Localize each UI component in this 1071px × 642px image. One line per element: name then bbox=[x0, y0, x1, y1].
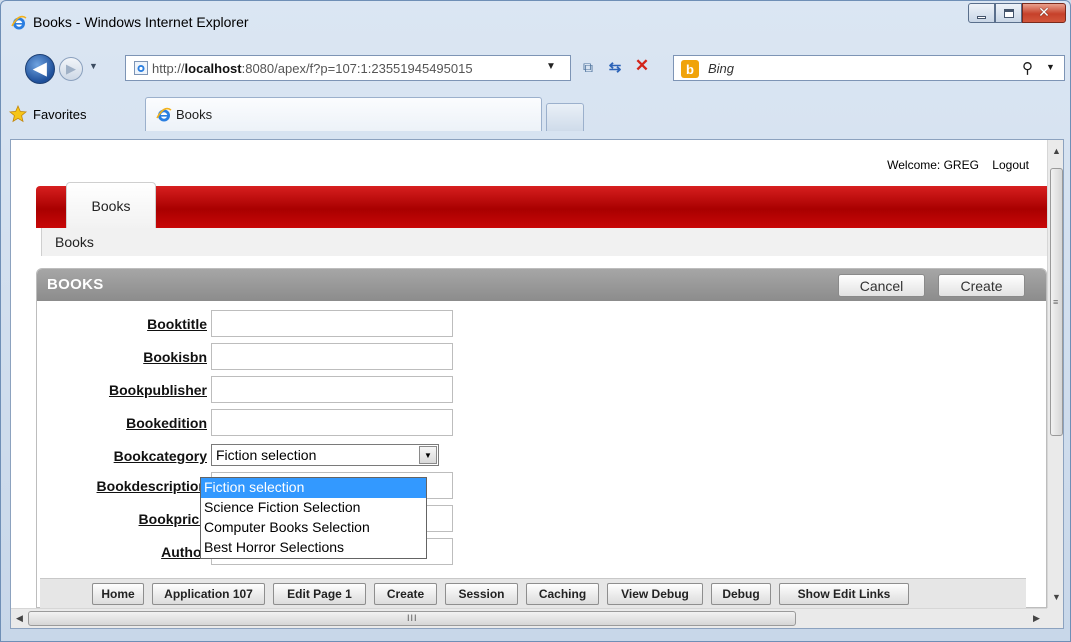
ie-logo-icon bbox=[156, 107, 172, 121]
bing-icon: b bbox=[681, 60, 699, 78]
url-prefix: http:// bbox=[152, 61, 185, 76]
bookprice-label[interactable]: Bookprice bbox=[139, 511, 207, 527]
create-button[interactable]: Create bbox=[938, 274, 1025, 297]
vertical-scrollbar[interactable]: ▲ ≡ ▼ bbox=[1047, 140, 1063, 608]
dropdown-option[interactable]: Science Fiction Selection bbox=[201, 498, 426, 518]
scroll-down-icon[interactable]: ▼ bbox=[1052, 592, 1061, 602]
scroll-left-icon[interactable]: ◀ bbox=[16, 613, 23, 624]
cancel-button[interactable]: Cancel bbox=[838, 274, 925, 297]
horizontal-scroll-thumb[interactable]: III bbox=[28, 611, 796, 626]
dev-debug-button[interactable]: Debug bbox=[711, 583, 771, 605]
region-title: BOOKS bbox=[47, 276, 104, 293]
bookedition-input[interactable] bbox=[211, 409, 453, 436]
ie-logo-icon bbox=[11, 15, 27, 30]
breadcrumb: Books bbox=[41, 228, 1047, 256]
minimize-icon bbox=[977, 15, 986, 19]
breadcrumb-item[interactable]: Books bbox=[55, 234, 94, 250]
new-tab-button[interactable] bbox=[546, 103, 584, 131]
booktitle-label[interactable]: Booktitle bbox=[147, 316, 207, 332]
chevron-down-icon[interactable]: ▼ bbox=[419, 446, 437, 464]
form-row-bookisbn: Bookisbn bbox=[37, 343, 537, 371]
dropdown-option[interactable]: Computer Books Selection bbox=[201, 518, 426, 538]
window-title: Books - Windows Internet Explorer bbox=[33, 14, 249, 30]
bookcategory-selected-value: Fiction selection bbox=[216, 447, 317, 463]
grip-icon: III bbox=[407, 613, 418, 623]
bookedition-label[interactable]: Bookedition bbox=[126, 415, 207, 431]
dev-edit-page-button[interactable]: Edit Page 1 bbox=[273, 583, 366, 605]
logout-link[interactable]: Logout bbox=[992, 158, 1029, 172]
favorites-button[interactable]: Favorites bbox=[9, 103, 86, 125]
title-bar: Books - Windows Internet Explorer ✕ bbox=[1, 1, 1070, 41]
browser-window: Books - Windows Internet Explorer ✕ ◀ ▶ … bbox=[0, 0, 1071, 642]
ie-page-icon bbox=[134, 61, 148, 75]
dev-create-button[interactable]: Create bbox=[374, 583, 437, 605]
refresh-icon[interactable]: ⇆ bbox=[604, 57, 626, 77]
form-row-bookedition: Bookedition bbox=[37, 409, 537, 437]
tab-label: Books bbox=[176, 107, 213, 122]
form-row-booktitle: Booktitle bbox=[37, 310, 537, 338]
content-viewport: Welcome: GREG Logout Books Books BOOKS C… bbox=[10, 139, 1064, 629]
bookdescription-label[interactable]: Bookdescription bbox=[97, 478, 207, 494]
scrollbar-corner bbox=[1047, 608, 1063, 628]
tab-bar bbox=[36, 186, 1047, 228]
horizontal-scrollbar[interactable]: ◀ III ▶ bbox=[11, 608, 1047, 628]
web-page: Welcome: GREG Logout Books Books BOOKS C… bbox=[11, 140, 1047, 608]
favorites-label: Favorites bbox=[33, 106, 87, 122]
dev-caching-button[interactable]: Caching bbox=[526, 583, 599, 605]
search-dropdown-icon[interactable]: ▼ bbox=[1046, 62, 1055, 72]
tab-books[interactable]: Books bbox=[145, 97, 542, 131]
arrow-left-icon: ◀ bbox=[33, 59, 47, 78]
search-icon[interactable]: ⚲ bbox=[1022, 59, 1033, 77]
forward-button[interactable]: ▶ bbox=[59, 57, 83, 81]
books-region: BOOKS Cancel Create Booktitle Bookisbn B… bbox=[36, 268, 1047, 608]
form-row-bookpublisher: Bookpublisher bbox=[37, 376, 537, 404]
dropdown-option[interactable]: Fiction selection bbox=[201, 478, 426, 498]
vertical-scroll-thumb[interactable]: ≡ bbox=[1050, 168, 1063, 436]
dropdown-option[interactable]: Best Horror Selections bbox=[201, 538, 426, 558]
booktitle-input[interactable] bbox=[211, 310, 453, 337]
tab-books-page[interactable]: Books bbox=[66, 182, 156, 228]
bookcategory-select[interactable]: Fiction selection ▼ bbox=[211, 444, 439, 466]
dev-view-debug-button[interactable]: View Debug bbox=[607, 583, 703, 605]
form-row-bookcategory: Bookcategory Fiction selection ▼ bbox=[37, 442, 537, 470]
tab-row: Favorites Books bbox=[1, 97, 1070, 131]
bookisbn-label[interactable]: Bookisbn bbox=[143, 349, 207, 365]
welcome-text: Welcome: GREG bbox=[887, 158, 979, 172]
bookpublisher-input[interactable] bbox=[211, 376, 453, 403]
close-button[interactable]: ✕ bbox=[1022, 3, 1066, 23]
close-icon: ✕ bbox=[1038, 5, 1050, 21]
region-header: BOOKS Cancel Create bbox=[37, 269, 1046, 301]
stop-icon[interactable]: ✕ bbox=[632, 56, 652, 76]
navigation-row: ◀ ▶ ▼ http://localhost:8080/apex/f?p=107… bbox=[1, 51, 1070, 87]
address-dropdown-icon[interactable]: ▼ bbox=[546, 61, 556, 72]
bookcategory-dropdown-list: Fiction selection Science Fiction Select… bbox=[200, 477, 427, 559]
address-url[interactable]: http://localhost:8080/apex/f?p=107:1:235… bbox=[152, 61, 544, 76]
developer-toolbar: Home Application 107 Edit Page 1 Create … bbox=[40, 578, 1026, 608]
grip-icon: ≡ bbox=[1053, 297, 1059, 307]
address-bar[interactable]: http://localhost:8080/apex/f?p=107:1:235… bbox=[125, 55, 571, 81]
arrow-right-icon: ▶ bbox=[66, 61, 76, 76]
compatibility-view-icon[interactable]: ⧉ bbox=[578, 57, 598, 77]
dev-home-button[interactable]: Home bbox=[92, 583, 144, 605]
url-host: localhost bbox=[184, 61, 242, 76]
scroll-right-icon[interactable]: ▶ bbox=[1033, 613, 1040, 624]
url-rest: :8080/apex/f?p=107:1:23551945495015 bbox=[241, 61, 473, 76]
search-input[interactable]: Bing bbox=[708, 61, 734, 76]
maximize-icon bbox=[1003, 8, 1014, 18]
bookpublisher-label[interactable]: Bookpublisher bbox=[109, 382, 207, 398]
search-box[interactable]: b Bing ⚲ ▼ bbox=[673, 55, 1065, 81]
recent-pages-dropdown[interactable]: ▼ bbox=[89, 61, 98, 71]
maximize-button[interactable] bbox=[995, 3, 1022, 23]
scroll-up-icon[interactable]: ▲ bbox=[1052, 146, 1061, 156]
welcome-bar: Welcome: GREG Logout bbox=[887, 158, 1029, 172]
minimize-button[interactable] bbox=[968, 3, 995, 23]
dev-application-button[interactable]: Application 107 bbox=[152, 583, 265, 605]
back-button[interactable]: ◀ bbox=[25, 54, 55, 84]
bookcategory-label[interactable]: Bookcategory bbox=[114, 448, 207, 464]
dev-session-button[interactable]: Session bbox=[445, 583, 518, 605]
favorites-star-icon bbox=[9, 105, 27, 123]
bookisbn-input[interactable] bbox=[211, 343, 453, 370]
dev-show-edit-links-button[interactable]: Show Edit Links bbox=[779, 583, 909, 605]
